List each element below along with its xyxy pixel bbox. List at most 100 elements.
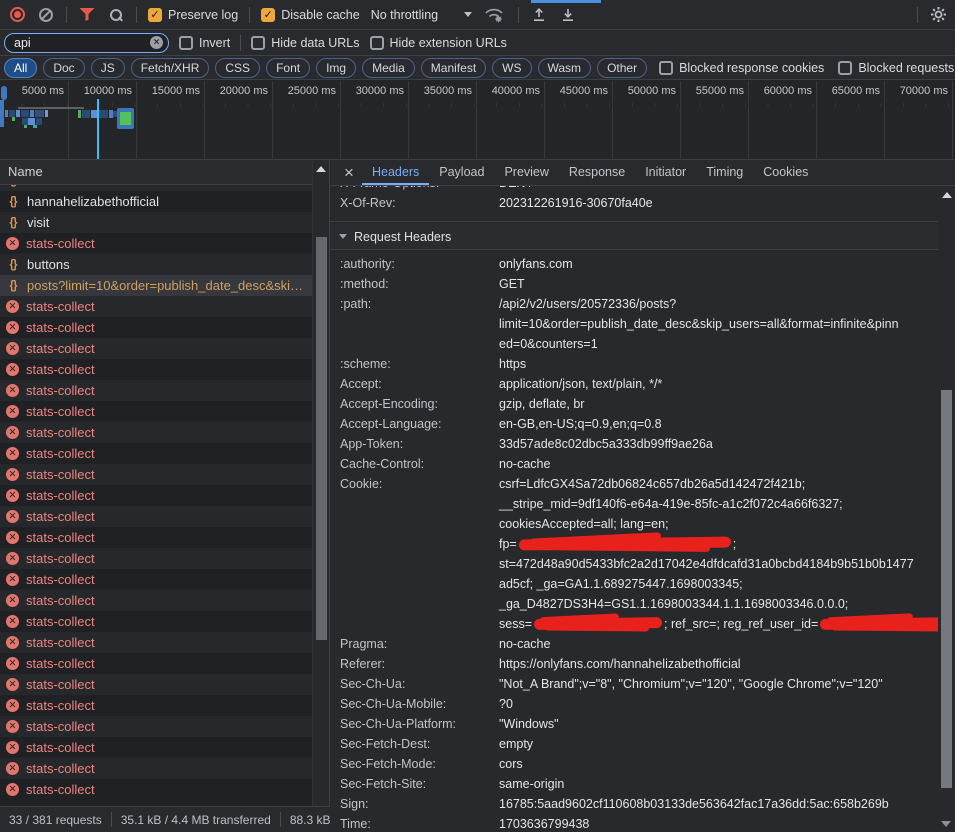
filter-toggle-button[interactable] xyxy=(78,6,96,24)
request-row[interactable]: {}hannahelizabethofficial xyxy=(0,191,312,212)
request-row[interactable]: ✕stats-collect xyxy=(0,359,312,380)
request-row[interactable]: ✕stats-collect xyxy=(0,233,312,254)
request-row[interactable]: ✕stats-collect xyxy=(0,296,312,317)
tab-cookies[interactable]: Cookies xyxy=(753,160,818,185)
type-filter-chip-img[interactable]: Img xyxy=(316,58,356,78)
request-row[interactable]: ✕stats-collect xyxy=(0,716,312,737)
type-filter-chip-ws[interactable]: WS xyxy=(492,58,531,78)
request-row[interactable]: ✕stats-collect xyxy=(0,653,312,674)
request-row[interactable]: ✕ stats-collect xyxy=(0,611,312,632)
invert-checkbox[interactable]: Invert xyxy=(179,36,230,50)
disclosure-triangle-icon xyxy=(339,234,347,239)
tab-timing[interactable]: Timing xyxy=(696,160,753,185)
request-row[interactable]: ✕stats-collect xyxy=(0,485,312,506)
disable-cache-checkbox[interactable]: ✓ Disable cache xyxy=(261,8,360,22)
waterfall-bar xyxy=(120,112,131,125)
type-filter-chip-all[interactable]: All xyxy=(4,58,37,78)
request-row[interactable]: ✕stats-collect xyxy=(0,443,312,464)
import-har-button[interactable] xyxy=(530,6,548,24)
header-row: :method:GET xyxy=(330,274,938,294)
request-row[interactable]: ✕stats-collect xyxy=(0,779,312,800)
clear-button[interactable] xyxy=(37,6,55,24)
record-button[interactable] xyxy=(8,6,26,24)
request-count: 33 / 381 requests xyxy=(0,813,111,827)
network-conditions-button[interactable] xyxy=(483,6,507,24)
hide-data-urls-checkbox[interactable]: Hide data URLs xyxy=(251,36,359,50)
throttling-select[interactable]: No throttling xyxy=(371,8,472,22)
type-filter-chip-js[interactable]: JS xyxy=(91,58,125,78)
scroll-down-icon[interactable] xyxy=(941,821,951,827)
request-row[interactable]: ✕stats-collect xyxy=(0,317,312,338)
devtools-network-panel: ✓ Preserve log ✓ Disable cache No thrott… xyxy=(0,0,955,832)
request-row[interactable]: {}visit xyxy=(0,212,312,233)
preserve-log-checkbox[interactable]: ✓ Preserve log xyxy=(148,8,238,22)
header-value: DENY xyxy=(499,186,938,193)
filter-input[interactable]: api × xyxy=(4,33,169,53)
request-row[interactable]: ✕stats-collect xyxy=(0,338,312,359)
scroll-up-icon[interactable] xyxy=(316,166,326,172)
request-name: stats-collect xyxy=(26,698,312,713)
clear-filter-icon[interactable]: × xyxy=(150,36,163,49)
header-value-line: st=472d48a90d5433bfc2a2d17042e4dfdcafd31… xyxy=(499,554,938,574)
timeline-overview[interactable]: 5000 ms10000 ms15000 ms20000 ms25000 ms3… xyxy=(0,81,955,160)
import-har-icon xyxy=(532,7,546,22)
request-failed-icon: ✕ xyxy=(6,615,19,628)
detail-scrollbar[interactable] xyxy=(938,186,955,832)
request-row[interactable]: ✕stats-collect xyxy=(0,737,312,758)
name-column-header[interactable]: Name xyxy=(0,160,329,185)
type-filter-chip-font[interactable]: Font xyxy=(266,58,310,78)
request-name: stats-collect xyxy=(26,614,312,629)
type-filter-chip-doc[interactable]: Doc xyxy=(43,58,84,78)
type-filter-chip-fetch-xhr[interactable]: Fetch/XHR xyxy=(131,58,210,78)
request-row[interactable]: ✕stats-collect xyxy=(0,674,312,695)
request-name: stats-collect xyxy=(26,509,312,524)
request-list-scrollbar[interactable] xyxy=(312,160,329,806)
close-detail-button[interactable]: × xyxy=(336,160,362,185)
type-filter-chip-media[interactable]: Media xyxy=(362,58,415,78)
request-row[interactable]: ✕stats-collect xyxy=(0,506,312,527)
tab-headers[interactable]: Headers xyxy=(362,160,429,185)
request-headers-section-header[interactable]: Request Headers xyxy=(330,224,938,250)
checkbox-unchecked-icon xyxy=(370,36,384,50)
type-filter-chip-manifest[interactable]: Manifest xyxy=(421,58,486,78)
type-filter-chip-css[interactable]: CSS xyxy=(215,58,260,78)
scroll-up-icon[interactable] xyxy=(942,192,952,198)
header-value: GET xyxy=(499,274,938,294)
header-value-line: https://onlyfans.com/hannahelizabethoffi… xyxy=(499,654,938,674)
hide-extension-urls-checkbox[interactable]: Hide extension URLs xyxy=(370,36,507,50)
request-row[interactable]: ✕stats-collect xyxy=(0,380,312,401)
blocked-response-cookies-checkbox[interactable]: Blocked response cookies xyxy=(659,61,824,75)
header-row: Sign:16785:5aad9602cf110608b03133de56364… xyxy=(330,794,938,814)
request-row[interactable]: ✕stats-collect xyxy=(0,464,312,485)
request-row[interactable]: ✕stats-collect xyxy=(0,695,312,716)
tab-payload[interactable]: Payload xyxy=(429,160,494,185)
blocked-requests-checkbox[interactable]: Blocked requests xyxy=(838,61,954,75)
export-har-icon xyxy=(561,7,575,22)
request-row[interactable]: ✕stats-collect xyxy=(0,422,312,443)
request-row[interactable]: ✕stats-collect xyxy=(0,632,312,653)
request-row[interactable]: ✕stats-collect xyxy=(0,758,312,779)
scrollbar-thumb[interactable] xyxy=(941,390,952,788)
type-filter-chip-other[interactable]: Other xyxy=(597,58,647,78)
request-row[interactable]: ✕stats-collect xyxy=(0,590,312,611)
waterfall-bar xyxy=(28,118,35,125)
header-value: /api2/v2/users/20572336/posts?limit=10&o… xyxy=(499,294,938,354)
tab-initiator[interactable]: Initiator xyxy=(635,160,696,185)
settings-button[interactable] xyxy=(929,6,947,24)
search-button[interactable] xyxy=(107,6,125,24)
header-value-line: ed=0&counters=1 xyxy=(499,334,938,354)
divider xyxy=(240,35,241,51)
request-name: buttons xyxy=(27,257,312,272)
request-row[interactable]: {}buttons xyxy=(0,254,312,275)
waterfall-bar xyxy=(35,110,44,117)
type-filter-chip-wasm[interactable]: Wasm xyxy=(538,58,592,78)
scrollbar-thumb[interactable] xyxy=(316,237,327,640)
tab-response[interactable]: Response xyxy=(559,160,635,185)
request-row[interactable]: ✕stats-collect xyxy=(0,569,312,590)
request-row[interactable]: {}posts?limit=10&order=publish_date_desc… xyxy=(0,275,312,296)
tab-preview[interactable]: Preview xyxy=(494,160,558,185)
export-har-button[interactable] xyxy=(559,6,577,24)
request-row[interactable]: ✕stats-collect xyxy=(0,527,312,548)
request-row[interactable]: ✕stats-collect xyxy=(0,548,312,569)
request-row[interactable]: ✕stats-collect xyxy=(0,401,312,422)
